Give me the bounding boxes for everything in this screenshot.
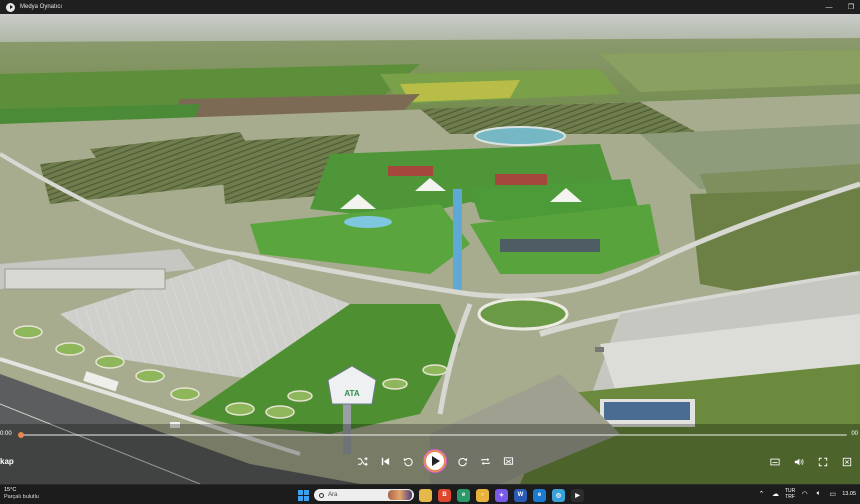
wifi-icon[interactable]: ◠ bbox=[800, 490, 809, 499]
more-icon[interactable] bbox=[840, 455, 854, 469]
subtitles-icon[interactable] bbox=[768, 455, 782, 469]
forward-icon[interactable] bbox=[455, 454, 469, 468]
window-controls: — ❐ bbox=[824, 0, 856, 14]
billboard-brand-text: ATA bbox=[344, 389, 359, 398]
system-tray: ⌃ ☁ TUR TRF ◠ 🔈︎ ▭ 13.05 bbox=[757, 488, 856, 500]
media-player-icon[interactable]: ▶ bbox=[571, 488, 584, 502]
media-player-app-icon bbox=[6, 2, 15, 12]
edge-dev-icon[interactable]: e bbox=[533, 488, 546, 502]
video-title: kap bbox=[0, 457, 14, 466]
keyboard-layout: TRF bbox=[785, 494, 795, 500]
rewind-icon[interactable] bbox=[401, 454, 415, 468]
chevron-up-icon[interactable]: ⌃ bbox=[757, 490, 766, 499]
weather-widget[interactable]: 15°C Parçalı bulutlu bbox=[4, 487, 39, 501]
browser-icon[interactable]: ◎ bbox=[552, 488, 565, 502]
search-placeholder: Ara bbox=[328, 492, 338, 498]
word-icon[interactable]: W bbox=[514, 488, 527, 502]
speaker-icon[interactable]: 🔈︎ bbox=[814, 490, 823, 499]
weather-description: Parçalı bulutlu bbox=[4, 494, 39, 500]
aerial-park-image: ATA bbox=[0, 14, 860, 484]
weather-temperature: 15°C bbox=[4, 487, 17, 493]
copilot-icon[interactable]: ✦ bbox=[495, 488, 508, 502]
seek-bar-thumb[interactable] bbox=[18, 432, 24, 438]
cloud-icon[interactable]: ☁ bbox=[771, 490, 780, 499]
video-frame[interactable]: ATA bbox=[0, 14, 860, 484]
total-time: 00 bbox=[851, 431, 858, 437]
cast-icon[interactable] bbox=[501, 454, 515, 468]
taskbar-center: Ara Be ○ ✦ We ◎ ▶ bbox=[298, 487, 584, 503]
search-highlight-image bbox=[388, 490, 412, 500]
minimize-icon[interactable]: — bbox=[824, 2, 834, 12]
search-icon bbox=[319, 492, 324, 498]
elapsed-time: 0:00 bbox=[0, 431, 12, 437]
repeat-icon[interactable] bbox=[478, 454, 492, 468]
windows-taskbar: 15°C Parçalı bulutlu Ara Be ○ ✦ We ◎ ▶ ⌃ ☁ TU… bbox=[0, 484, 860, 504]
shuffle-icon[interactable] bbox=[355, 454, 369, 468]
window-title: Medya Oynatıcı bbox=[20, 4, 63, 10]
edge-icon[interactable]: e bbox=[457, 488, 470, 502]
file-explorer-icon[interactable] bbox=[419, 488, 432, 502]
media-player-window: Medya Oynatıcı — ❐ ATA 0:00 00 kap 15°C … bbox=[0, 0, 860, 504]
language-indicator[interactable]: TUR TRF bbox=[785, 488, 795, 500]
windows-start-icon[interactable] bbox=[298, 489, 309, 501]
taskbar-search-input[interactable]: Ara bbox=[314, 489, 414, 501]
pinned-apps: Be ○ ✦ We ◎ ▶ bbox=[419, 488, 584, 502]
brave-icon[interactable]: B bbox=[438, 488, 451, 502]
view-controls bbox=[768, 455, 854, 469]
battery-icon[interactable]: ▭ bbox=[828, 490, 837, 499]
playback-controls bbox=[355, 450, 515, 472]
seek-bar[interactable] bbox=[18, 432, 847, 438]
chrome-icon[interactable]: ○ bbox=[476, 488, 489, 502]
title-bar: Medya Oynatıcı — ❐ bbox=[0, 0, 860, 14]
previous-icon[interactable] bbox=[378, 454, 392, 468]
fullscreen-icon[interactable] bbox=[816, 455, 830, 469]
volume-icon[interactable] bbox=[792, 455, 806, 469]
play-icon[interactable] bbox=[424, 450, 446, 472]
restore-icon[interactable]: ❐ bbox=[846, 2, 856, 12]
taskbar-clock[interactable]: 13.05 bbox=[842, 491, 856, 497]
